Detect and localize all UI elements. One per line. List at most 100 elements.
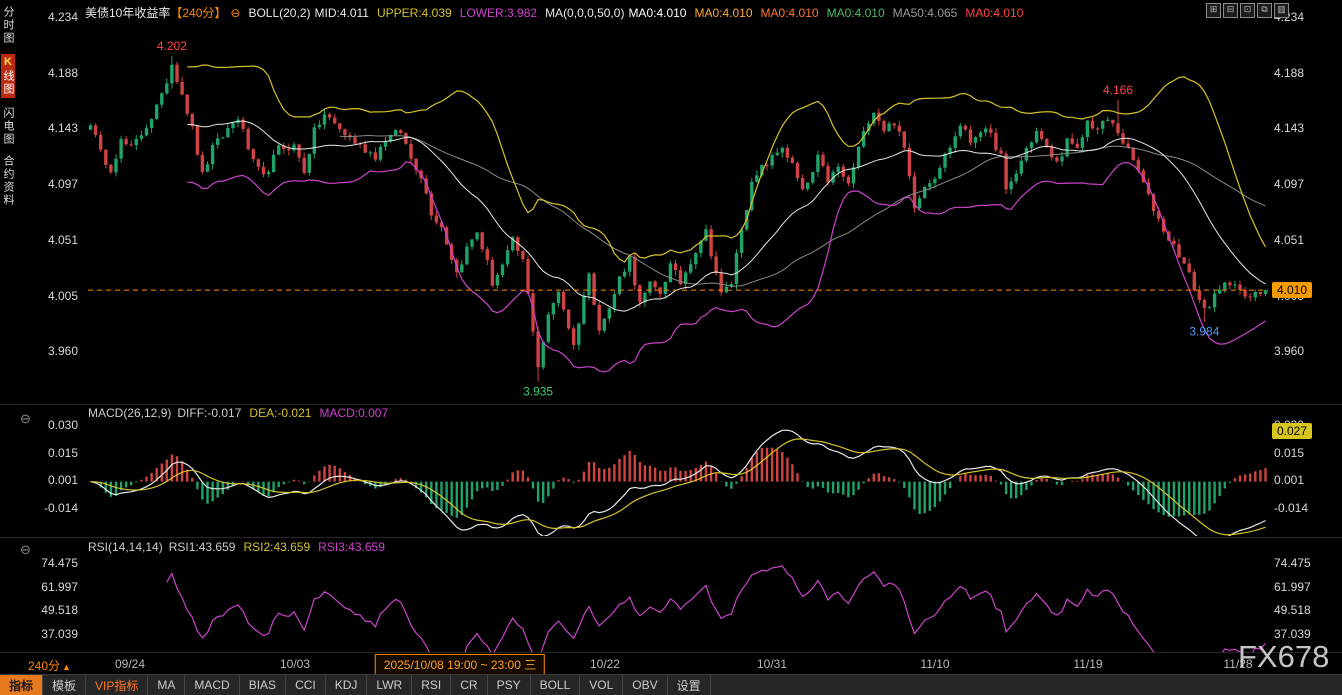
ma-value-2: MA0:4.010 [694, 6, 752, 20]
toolbar-tab-模板[interactable]: 模板 [43, 675, 86, 695]
pane-separator [0, 404, 1342, 405]
price-axis-tick: 3.960 [1274, 344, 1326, 358]
toolbar-tab-RSI[interactable]: RSI [412, 675, 451, 695]
toolbar-tab-设置[interactable]: 设置 [668, 675, 711, 695]
macd-axis-tick: 0.001 [26, 473, 78, 487]
time-tick: 10/03 [280, 657, 310, 671]
layout-button-2[interactable]: ⊟ [1223, 3, 1238, 18]
macd-pane-toggle-icon[interactable]: ⊖ [20, 411, 31, 427]
period-up-arrow-icon: ▲ [62, 662, 71, 672]
price-axis-tick: 4.051 [26, 233, 78, 247]
toolbar-tab-LWR[interactable]: LWR [367, 675, 412, 695]
price-axis-tick: 4.097 [26, 177, 78, 191]
svg-text:3.935: 3.935 [523, 385, 553, 399]
indicator-toolbar: 指标模板VIP指标MAMACDBIASCCIKDJLWRRSICRPSYBOLL… [0, 674, 1342, 695]
toolbar-tab-VIP指标[interactable]: VIP指标 [86, 675, 148, 695]
rsi-axis-tick: 37.039 [26, 627, 78, 641]
layout-button-3[interactable]: ⊡ [1240, 3, 1255, 18]
rsi-axis-tick: 61.997 [1274, 580, 1326, 594]
toolbar-tab-MA[interactable]: MA [148, 675, 185, 695]
toolbar-tab-CR[interactable]: CR [451, 675, 487, 695]
sidebar-active-marker: K [2, 56, 14, 70]
macd-diff-value: DIFF:-0.017 [177, 406, 241, 420]
ma-value-5: MA50:4.065 [893, 6, 958, 20]
toolbar-tab-BOLL[interactable]: BOLL [531, 675, 581, 695]
sidebar-item-4[interactable]: 合约资料 [1, 155, 15, 207]
price-axis-tick: 4.188 [26, 66, 78, 80]
toolbar-tab-指标[interactable]: 指标 [0, 675, 43, 695]
rsi-indicator-name: RSI(14,14,14) [88, 540, 163, 554]
period-indicator[interactable]: 240分▲ [28, 657, 71, 674]
time-axis: 240分▲ 09/2410/0310/2210/3111/1011/1911/2… [0, 653, 1342, 675]
time-tick: 09/24 [115, 657, 145, 671]
price-axis-tick: 4.143 [1274, 121, 1326, 135]
boll-upper-value: UPPER:4.039 [377, 6, 452, 20]
price-axis-tick: 4.234 [26, 10, 78, 24]
price-axis-tick: 3.960 [26, 344, 78, 358]
pane-separator [0, 537, 1342, 538]
rsi1-value: RSI1:43.659 [169, 540, 236, 554]
layout-button-4[interactable]: ⧉ [1257, 3, 1272, 18]
ma-value-6: MA0:4.010 [965, 6, 1023, 20]
layout-buttons: ⊞⊟⊡⧉▥ [1206, 3, 1289, 18]
boll-legend-name: BOLL(20,2) [248, 6, 310, 20]
collapse-chart-icon[interactable]: ⊖ [230, 6, 240, 20]
toolbar-tab-KDJ[interactable]: KDJ [326, 675, 368, 695]
price-axis-tick: 4.097 [1274, 177, 1326, 191]
rsi-axis-tick: 49.518 [1274, 603, 1326, 617]
rsi-axis-tick: 74.475 [26, 556, 78, 570]
svg-text:3.984: 3.984 [1189, 325, 1219, 339]
macd-axis-tick: -0.014 [1274, 501, 1326, 515]
layout-button-1[interactable]: ⊞ [1206, 3, 1221, 18]
page-title: 美债10年收益率 [85, 4, 170, 21]
ma-value-1: MA0:4.010 [628, 6, 686, 20]
sidebar-item-3[interactable]: 闪电图 [1, 107, 15, 146]
macd-legend: MACD(26,12,9) DIFF:-0.017 DEA:-0.021 MAC… [88, 406, 388, 420]
macd-indicator-name: MACD(26,12,9) [88, 406, 171, 420]
macd-macd-value: MACD:0.007 [319, 406, 388, 420]
rsi3-value: RSI3:43.659 [318, 540, 385, 554]
price-axis-tick: 4.005 [26, 289, 78, 303]
price-axis-tick: 4.051 [1274, 233, 1326, 247]
toolbar-tab-OBV[interactable]: OBV [623, 675, 667, 695]
layout-button-5[interactable]: ▥ [1274, 3, 1289, 18]
chart-header: 美债10年收益率 【240分】 ⊖ BOLL(20,2) MID:4.011 U… [85, 4, 1031, 21]
toolbar-tab-MACD[interactable]: MACD [185, 675, 239, 695]
rsi-axis-tick: 49.518 [26, 603, 78, 617]
rsi-pane-toggle-icon[interactable]: ⊖ [20, 542, 31, 558]
macd-dea-value: DEA:-0.021 [249, 406, 311, 420]
ma-group-label: MA(0,0,0,50,0) [545, 6, 624, 20]
macd-axis-tick: 0.001 [1274, 473, 1326, 487]
price-axis-tick: 4.143 [26, 121, 78, 135]
macd-axis-tick: 0.015 [26, 446, 78, 460]
selected-time-range: 2025/10/08 19:00 ~ 23:00 三 [375, 654, 545, 675]
chart-canvas[interactable]: 4.202 3.935 4.166 3.984 [0, 0, 1342, 653]
toolbar-tab-VOL[interactable]: VOL [580, 675, 623, 695]
time-tick: 11/10 [920, 657, 949, 671]
rsi2-value: RSI2:43.659 [243, 540, 310, 554]
rsi-axis-tick: 74.475 [1274, 556, 1326, 570]
svg-text:4.202: 4.202 [157, 39, 187, 53]
period-label: 240分 [28, 659, 60, 673]
current-price-tag: 4.010 [1272, 282, 1312, 298]
sidebar-item-1[interactable]: 分时图 [1, 6, 15, 45]
boll-lower-value: LOWER:3.982 [460, 6, 537, 20]
toolbar-tab-CCI[interactable]: CCI [286, 675, 326, 695]
chart-type-sidebar: 分时图 K线图闪电图合约资料 [0, 6, 16, 207]
rsi-axis-tick: 61.997 [26, 580, 78, 594]
macd-value-tag: 0.027 [1272, 423, 1312, 439]
toolbar-tab-BIAS[interactable]: BIAS [240, 675, 286, 695]
svg-text:4.166: 4.166 [1103, 83, 1133, 97]
time-tick: 11/19 [1073, 657, 1102, 671]
ma-value-4: MA0:4.010 [827, 6, 885, 20]
ma-value-3: MA0:4.010 [761, 6, 819, 20]
macd-axis-tick: 0.015 [1274, 446, 1326, 460]
watermark: FX678 [1238, 639, 1329, 675]
period-tag: 【240分】 [170, 4, 226, 21]
sidebar-item-2[interactable]: K线图 [1, 54, 15, 98]
macd-axis-tick: -0.014 [26, 501, 78, 515]
boll-mid-value: MID:4.011 [315, 6, 369, 20]
ma-values-legend: MA0:4.010 MA0:4.010 MA0:4.010 MA0:4.010 MA50… [628, 6, 1031, 20]
macd-axis-tick: 0.030 [26, 418, 78, 432]
toolbar-tab-PSY[interactable]: PSY [488, 675, 531, 695]
